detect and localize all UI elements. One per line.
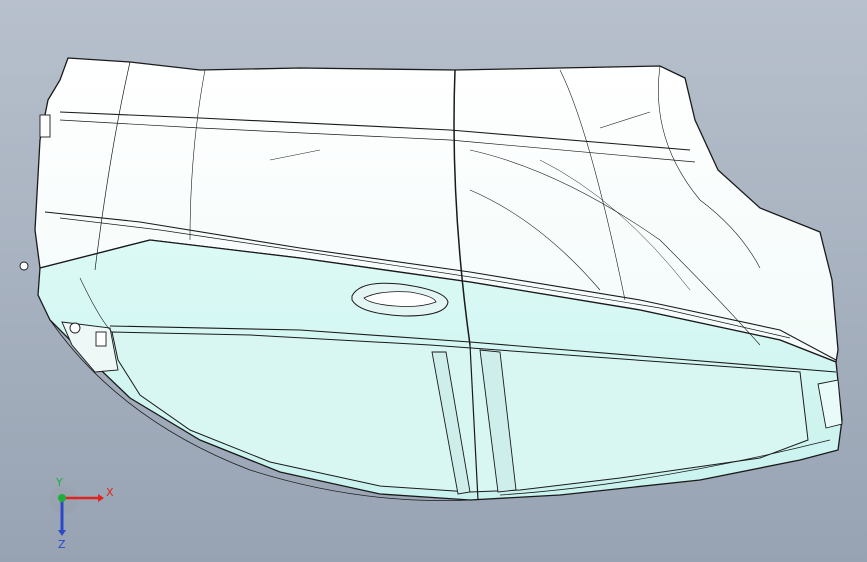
hinge-bolt (69, 322, 81, 334)
x-axis-arrow (98, 494, 104, 502)
z-axis-label: Z (58, 538, 66, 551)
x-axis-label: X (106, 486, 114, 499)
z-axis-arrow (58, 530, 66, 536)
hinge-slot (95, 331, 107, 347)
mount-tab-upper (39, 114, 51, 138)
axis-triad: X Y Z (50, 476, 114, 551)
y-axis-label: Y (55, 476, 63, 489)
mount-tab-lower (19, 261, 29, 271)
cad-viewport[interactable]: X Y Z (0, 0, 867, 562)
door-model[interactable] (0, 0, 867, 562)
y-axis-dot (58, 494, 66, 502)
